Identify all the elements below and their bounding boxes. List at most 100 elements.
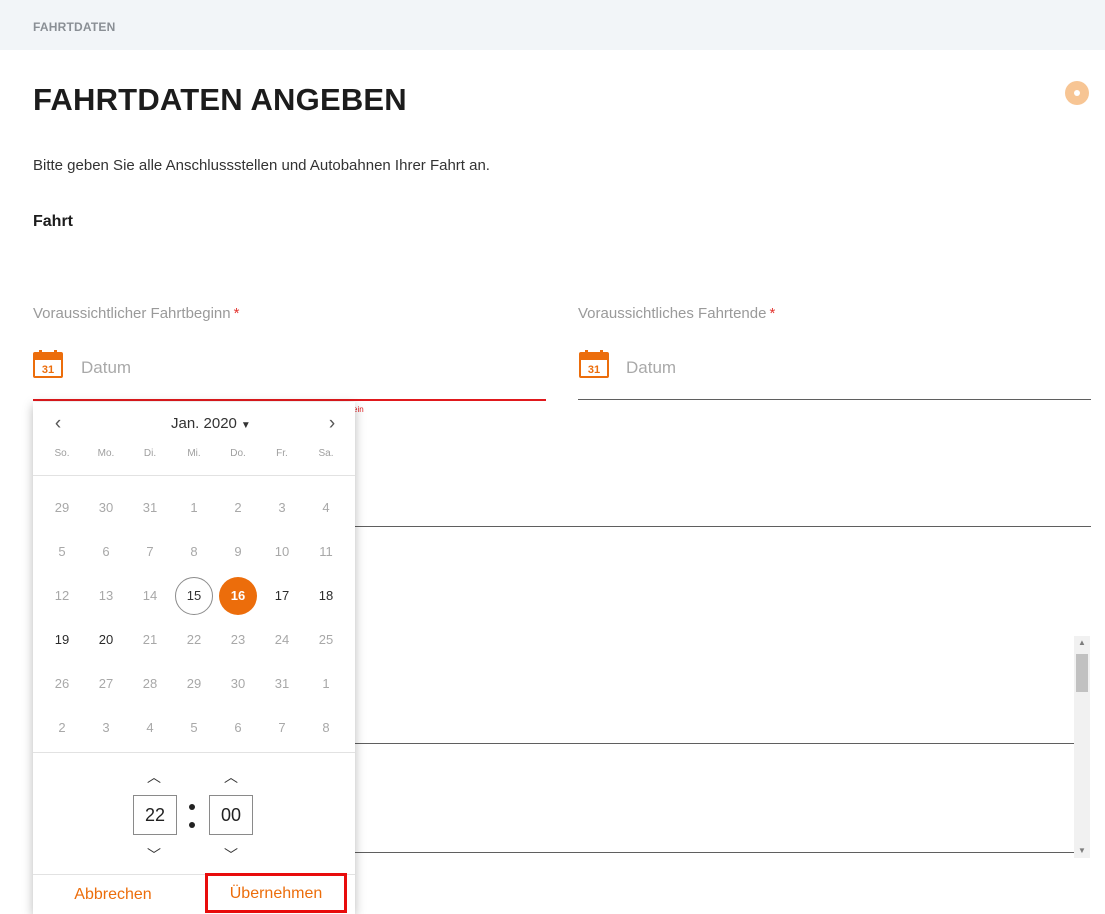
calendar-day-number: 31 — [142, 500, 158, 515]
weekday-label: Do. — [230, 448, 246, 459]
calendar-day[interactable]: 8 — [172, 530, 216, 574]
calendar-day[interactable]: 31 — [260, 662, 304, 706]
minute-input[interactable] — [209, 795, 253, 835]
day-grid: 29 30 31 1 2 3 4 5 6 7 8 9 10 11 12 13 14 15 16 17 18 19 20 21 2… — [40, 486, 348, 750]
calendar-day[interactable]: 5 — [172, 706, 216, 750]
calendar-day-number: 24 — [274, 632, 290, 647]
next-month-icon[interactable]: › — [317, 410, 347, 438]
calendar-day-number: 10 — [274, 544, 290, 559]
calendar-day[interactable]: 30 — [84, 486, 128, 530]
calendar-day[interactable]: 6 — [84, 530, 128, 574]
calendar-day[interactable]: 1 — [172, 486, 216, 530]
calendar-day[interactable]: 24 — [260, 618, 304, 662]
weekday-header: So. Mo. Di. Mi. Do. Fr. Sa. — [40, 448, 348, 464]
calendar-day[interactable]: 5 — [40, 530, 84, 574]
calendar-day[interactable]: 28 — [128, 662, 172, 706]
calendar-day-number: 31 — [274, 676, 290, 691]
calendar-day[interactable]: 29 — [40, 486, 84, 530]
field-underline — [355, 852, 1076, 853]
weekday-label: Mo. — [97, 448, 115, 459]
trip-end-label: Voraussichtliches Fahrtende * — [578, 305, 775, 322]
minute-up-icon[interactable]: ︿ — [211, 767, 251, 787]
calendar-day[interactable]: 31 — [128, 486, 172, 530]
calendar-day[interactable]: 26 — [40, 662, 84, 706]
calendar-day-number: 1 — [322, 676, 330, 691]
calendar-day[interactable]: 1 — [304, 662, 348, 706]
calendar-day[interactable]: 4 — [304, 486, 348, 530]
calendar-day[interactable]: 10 — [260, 530, 304, 574]
prev-month-icon[interactable]: ‹ — [43, 410, 73, 438]
calendar-day-number: 27 — [98, 676, 114, 691]
calendar-day[interactable]: 30 — [216, 662, 260, 706]
calendar-day-number: 3 — [278, 500, 286, 515]
calendar-day[interactable]: 9 — [216, 530, 260, 574]
calendar-day[interactable]: 13 — [84, 574, 128, 618]
calendar-day[interactable]: 23 — [216, 618, 260, 662]
calendar-day[interactable]: 27 — [84, 662, 128, 706]
calendar-day-today[interactable]: 15 — [172, 574, 216, 618]
calendar-day-number: 26 — [54, 676, 70, 691]
datepicker-popup: ‹ Jan. 2020 ▼ › So. Mo. Di. Mi. Do. Fr. Sa. 29 3… — [33, 402, 355, 914]
calendar-day[interactable]: 2 — [216, 486, 260, 530]
calendar-day-number: 25 — [318, 632, 334, 647]
calendar-day[interactable]: 7 — [128, 530, 172, 574]
calendar-day[interactable]: 20 — [84, 618, 128, 662]
trip-end-date-input[interactable] — [626, 353, 1066, 383]
calendar-day-number: 28 — [142, 676, 158, 691]
calendar-day[interactable]: 7 — [260, 706, 304, 750]
calendar-day[interactable]: 4 — [128, 706, 172, 750]
calendar-day[interactable]: 3 — [260, 486, 304, 530]
apply-button[interactable]: Übernehmen — [205, 873, 347, 913]
calendar-day[interactable]: 6 — [216, 706, 260, 750]
status-indicator-icon — [1065, 81, 1089, 105]
calendar-day[interactable]: 3 — [84, 706, 128, 750]
calendar-day-number: 30 — [98, 500, 114, 515]
calendar-day-number: 29 — [186, 676, 202, 691]
calendar-day-number: 14 — [142, 588, 158, 603]
calendar-day[interactable]: 22 — [172, 618, 216, 662]
weekday-label: Di. — [143, 448, 157, 459]
calendar-icon[interactable]: 31 — [33, 350, 63, 378]
calendar-icon[interactable]: 31 — [579, 350, 609, 378]
calendar-day[interactable]: 12 — [40, 574, 84, 618]
calendar-day[interactable]: 17 — [260, 574, 304, 618]
calendar-day-number: 11 — [319, 544, 333, 559]
calendar-day-number: 1 — [190, 500, 198, 515]
calendar-day-number: 4 — [322, 500, 330, 515]
scroll-down-icon[interactable]: ▼ — [1074, 844, 1090, 858]
calendar-day-number: 23 — [230, 632, 246, 647]
scroll-thumb[interactable] — [1076, 654, 1088, 692]
calendar-day-number: 17 — [274, 588, 290, 603]
calendar-day[interactable]: 8 — [304, 706, 348, 750]
trip-start-label: Voraussichtlicher Fahrtbeginn * — [33, 305, 239, 322]
cancel-button[interactable]: Abbrechen — [57, 875, 169, 914]
trip-start-date-input[interactable] — [81, 353, 521, 383]
calendar-day-number: 22 — [186, 632, 202, 647]
calendar-day-number: 13 — [98, 588, 114, 603]
hour-up-icon[interactable]: ︿ — [134, 767, 174, 787]
scroll-up-icon[interactable]: ▲ — [1074, 636, 1090, 650]
calendar-day-selected[interactable]: 16 — [216, 574, 260, 618]
calendar-day-number: 12 — [54, 588, 70, 603]
weekday-label: Sa. — [318, 448, 334, 459]
calendar-day[interactable]: 2 — [40, 706, 84, 750]
textarea-scrollbar[interactable]: ▲ ▼ — [1074, 636, 1090, 858]
calendar-day[interactable]: 14 — [128, 574, 172, 618]
hour-down-icon[interactable]: ﹀ — [134, 845, 174, 865]
calendar-day[interactable]: 21 — [128, 618, 172, 662]
calendar-day[interactable]: 11 — [304, 530, 348, 574]
month-select[interactable]: Jan. 2020 ▼ — [171, 415, 251, 432]
page-title: FAHRTDATEN ANGEBEN — [33, 82, 407, 117]
calendar-day-number: 16 — [219, 577, 257, 615]
calendar-day-number: 18 — [318, 588, 334, 603]
minute-down-icon[interactable]: ﹀ — [211, 845, 251, 865]
calendar-day[interactable]: 25 — [304, 618, 348, 662]
calendar-day-number: 21 — [142, 632, 158, 647]
divider — [33, 475, 355, 476]
calendar-day[interactable]: 29 — [172, 662, 216, 706]
calendar-day-number: 4 — [146, 720, 154, 735]
hour-input[interactable] — [133, 795, 177, 835]
calendar-day[interactable]: 19 — [40, 618, 84, 662]
weekday-label: Fr. — [276, 448, 288, 459]
calendar-day[interactable]: 18 — [304, 574, 348, 618]
